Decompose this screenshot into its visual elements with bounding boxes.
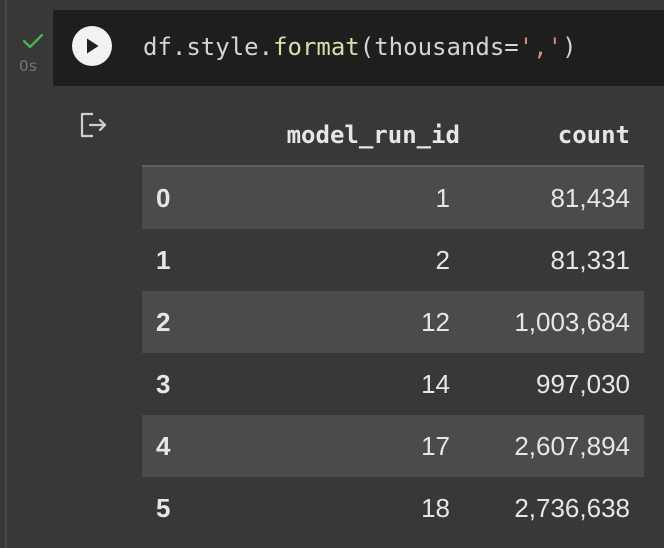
row-index: 5 xyxy=(156,492,171,523)
run-cell-button[interactable] xyxy=(72,26,112,66)
count-cell: 1,003,684 xyxy=(514,306,630,337)
check-icon xyxy=(22,33,44,49)
model-run-id-column-header: model_run_id xyxy=(200,104,464,167)
code-token-kwarg: thousands xyxy=(374,33,505,61)
table-row: 4 17 2,607,894 xyxy=(142,415,644,477)
row-index: 0 xyxy=(156,182,171,213)
execution-time: 0s xyxy=(19,57,38,75)
model-run-id-cell: 2 xyxy=(435,244,450,275)
code-token-method: format xyxy=(273,33,360,61)
cell-focus-rule xyxy=(5,0,7,548)
code-token-dot: . xyxy=(258,33,274,61)
code-token-equals: = xyxy=(504,33,519,61)
model-run-id-cell: 1 xyxy=(435,182,450,213)
table-row: 3 14 997,030 xyxy=(142,353,644,415)
code-token-object: df xyxy=(143,33,172,61)
table-row: 5 18 2,736,638 xyxy=(142,477,644,539)
count-column-header: count xyxy=(464,104,644,167)
count-cell: 81,434 xyxy=(550,182,630,213)
code-token-string: ',' xyxy=(518,33,563,61)
model-run-id-cell: 14 xyxy=(421,368,450,399)
row-index: 4 xyxy=(156,430,171,461)
count-cell: 2,736,638 xyxy=(514,492,630,523)
code-token-paren: ( xyxy=(359,33,375,61)
count-cell: 997,030 xyxy=(536,368,630,399)
row-index: 2 xyxy=(156,306,171,337)
code-token-paren: ) xyxy=(562,33,577,61)
model-run-id-cell: 12 xyxy=(421,306,450,337)
table-row: 2 12 1,003,684 xyxy=(142,291,644,353)
index-column-header xyxy=(142,104,200,167)
play-icon xyxy=(87,38,99,54)
model-run-id-cell: 18 xyxy=(421,492,450,523)
dataframe-table: model_run_id count 0 1 81,434 1 2 81,331… xyxy=(142,104,644,539)
notebook-page: 0s df.style.format(thousands=',') model_… xyxy=(0,0,664,548)
output-redirect-icon[interactable] xyxy=(79,111,109,139)
code-token-dot: . xyxy=(171,33,187,61)
table-row: 1 2 81,331 xyxy=(142,229,644,291)
table-header-row: model_run_id count xyxy=(142,104,644,167)
row-index: 1 xyxy=(156,244,171,275)
code-editor-line[interactable]: df.style.format(thousands=',') xyxy=(143,31,577,63)
row-index: 3 xyxy=(156,368,171,399)
count-cell: 81,331 xyxy=(550,244,630,275)
model-run-id-cell: 17 xyxy=(421,430,450,461)
count-cell: 2,607,894 xyxy=(514,430,630,461)
code-token-attr: style xyxy=(186,33,259,61)
table-row: 0 1 81,434 xyxy=(142,166,644,229)
